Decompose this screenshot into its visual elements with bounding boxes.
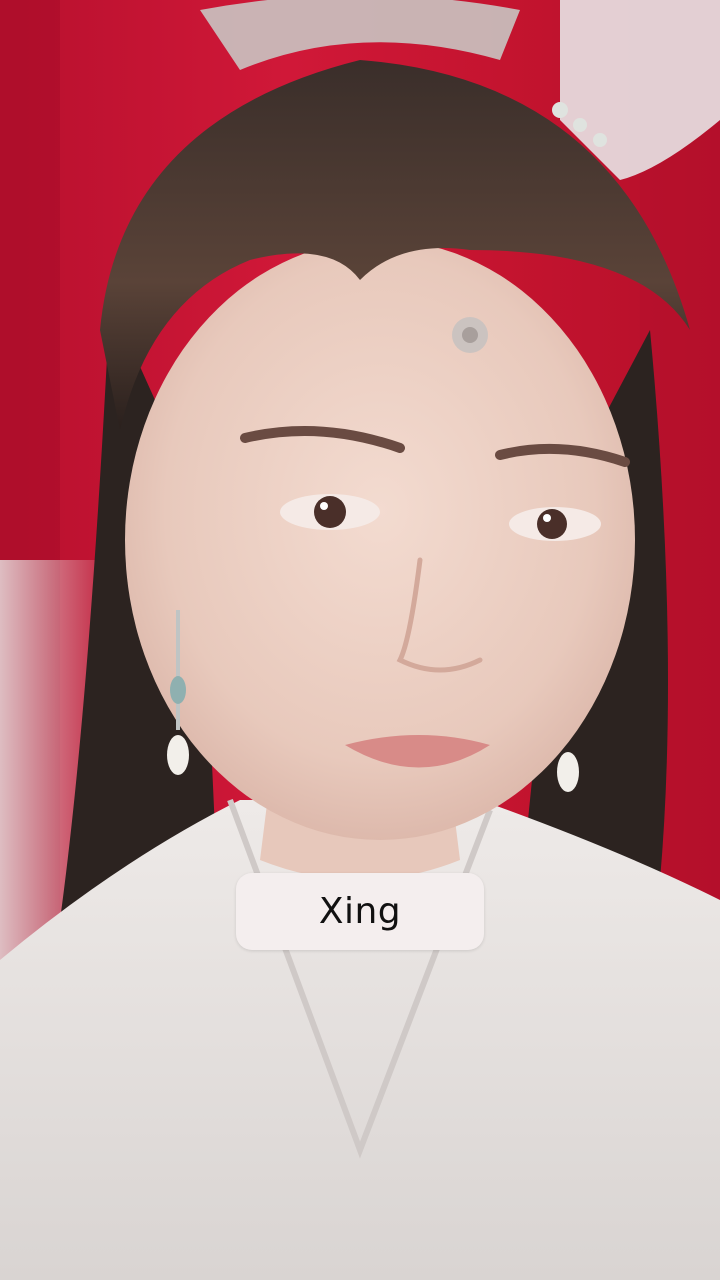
- left-eye: [280, 494, 380, 530]
- portrait-illustration: [0, 0, 720, 1280]
- caption-text: Xing: [318, 891, 402, 932]
- forehead-ornament: [452, 317, 488, 353]
- right-eye: [509, 507, 601, 541]
- video-frame: [0, 0, 720, 1280]
- right-earring: [557, 752, 579, 792]
- video-screen[interactable]: Xing: [0, 0, 720, 1280]
- caption-pill: Xing: [236, 873, 484, 950]
